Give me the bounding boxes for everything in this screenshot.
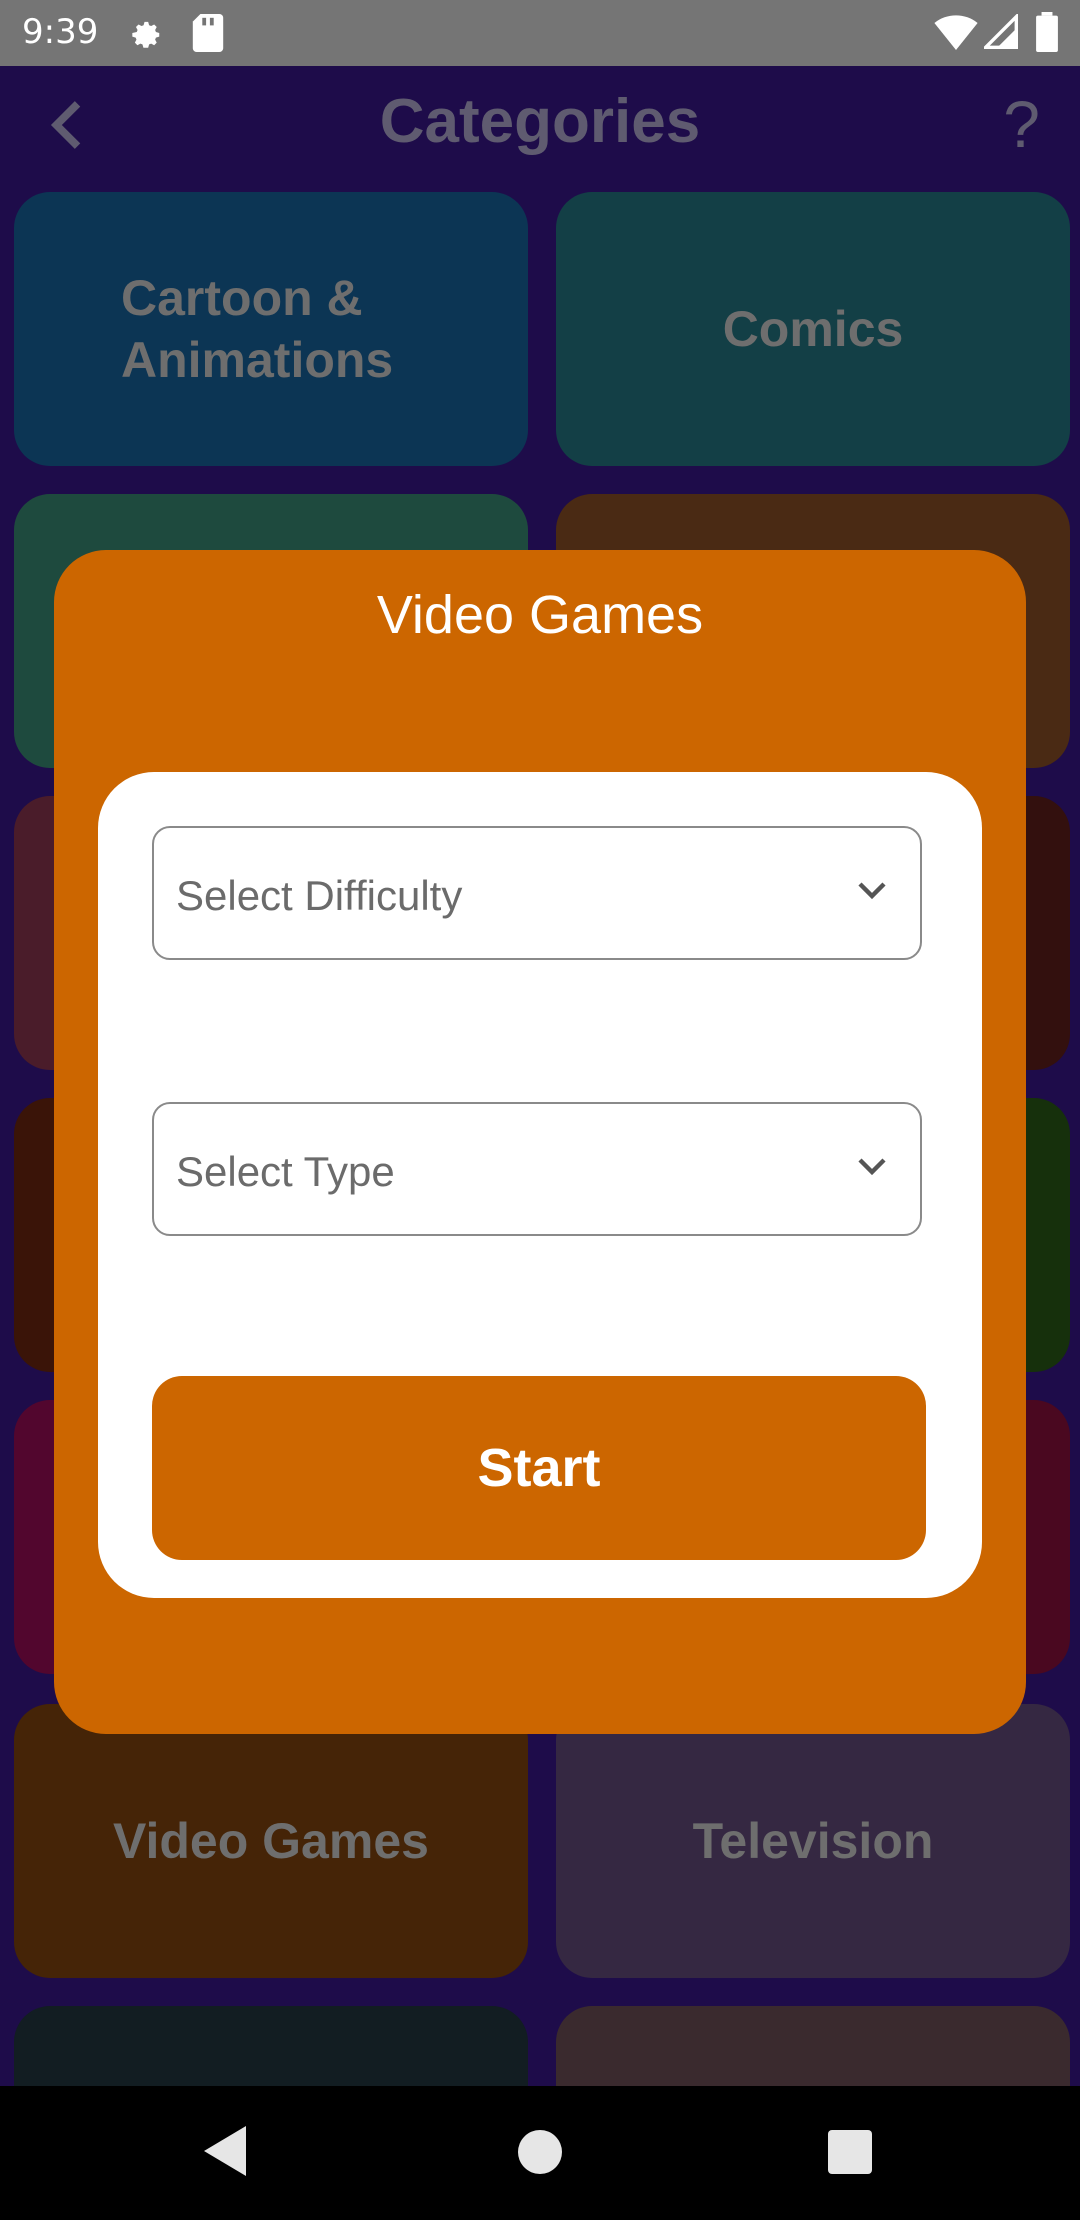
category-label: Comics xyxy=(722,300,904,357)
category-label: Video Games xyxy=(113,1812,429,1869)
battery-icon xyxy=(1036,12,1058,56)
sd-card-icon xyxy=(192,14,224,56)
chevron-down-icon xyxy=(858,1158,886,1181)
category-tile[interactable]: Television xyxy=(556,1704,1070,1978)
type-placeholder: Select Type xyxy=(176,1148,395,1195)
category-tile[interactable]: Video Games xyxy=(14,1704,528,1978)
help-icon[interactable]: ? xyxy=(1003,86,1040,162)
app-bar: Categories ? xyxy=(0,66,1080,194)
settings-icon xyxy=(126,14,164,56)
app-content: Categories ? Cartoon & Animations Comics… xyxy=(0,66,1080,2086)
nav-recents-icon[interactable] xyxy=(828,2130,872,2179)
dialog-card: Select Difficulty Select Type Start xyxy=(98,772,982,1598)
page-title: Categories xyxy=(379,87,701,156)
difficulty-select[interactable]: Select Difficulty xyxy=(152,826,922,960)
navigation-bar xyxy=(0,2086,1080,2220)
category-tile[interactable]: Comics xyxy=(556,192,1070,466)
category-tile[interactable] xyxy=(556,2006,1070,2086)
category-dialog: Video Games Select Difficulty Select Typ… xyxy=(54,550,1026,1734)
wifi-icon xyxy=(934,14,978,54)
signal-icon xyxy=(981,12,1018,54)
chevron-down-icon xyxy=(858,882,886,905)
category-tile[interactable]: Cartoon & Animations xyxy=(14,192,528,466)
category-tile[interactable] xyxy=(14,2006,528,2086)
start-button[interactable]: Start xyxy=(152,1376,926,1560)
category-label: Cartoon & Animations xyxy=(121,269,394,389)
nav-back-icon[interactable] xyxy=(204,2126,246,2181)
dialog-title: Video Games xyxy=(376,585,704,645)
difficulty-placeholder: Select Difficulty xyxy=(176,872,463,919)
type-select[interactable]: Select Type xyxy=(152,1102,922,1236)
status-time: 9:39 xyxy=(22,12,99,52)
nav-home-icon[interactable] xyxy=(518,2130,562,2179)
category-label: Television xyxy=(692,1812,934,1869)
status-bar: 9:39 xyxy=(0,0,1080,66)
